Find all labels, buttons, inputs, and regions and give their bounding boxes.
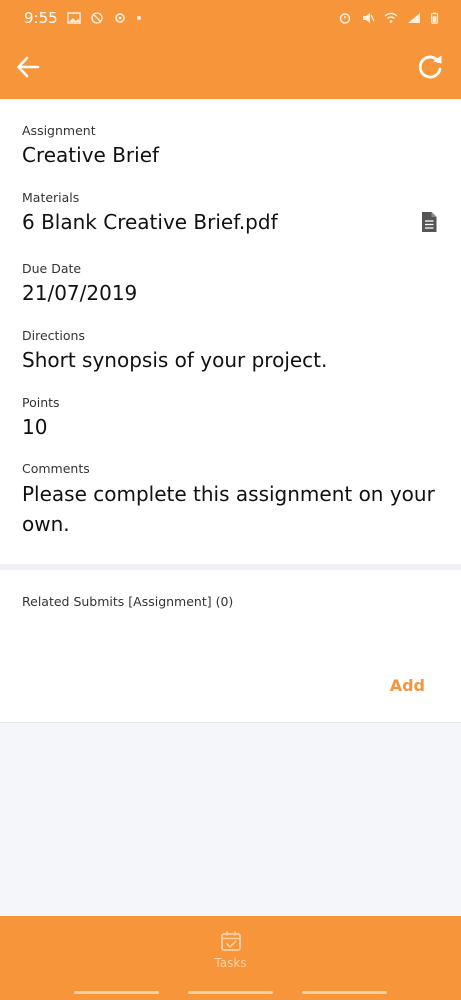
- refresh-icon: [418, 55, 442, 79]
- materials-field: Materials 6 Blank Creative Brief.pdf: [22, 190, 439, 236]
- related-submits-section: Related Submits [Assignment] (0) Add: [0, 570, 461, 723]
- assignment-field: Assignment Creative Brief: [22, 123, 439, 169]
- nav-handle-right[interactable]: [301, 990, 387, 994]
- alarm-icon: [339, 13, 351, 24]
- nav-handle-center[interactable]: [187, 990, 273, 994]
- back-button[interactable]: [12, 51, 44, 83]
- signal-icon: [408, 13, 420, 23]
- points-field: Points 10: [22, 395, 439, 441]
- wifi-icon: [384, 12, 398, 23]
- arrow-left-icon: [17, 56, 40, 78]
- system-navigation-bar: [0, 984, 461, 1000]
- refresh-button[interactable]: [414, 51, 446, 83]
- due-date-field: Due Date 21/07/2019: [22, 261, 439, 307]
- nav-handle-left[interactable]: [74, 990, 160, 994]
- calendar-check-icon: [220, 931, 241, 951]
- add-submit-button[interactable]: Add: [390, 676, 425, 695]
- comments-field: Comments Please complete this assignment…: [22, 461, 439, 539]
- points-value: 10: [22, 415, 48, 439]
- points-label: Points: [22, 395, 60, 410]
- related-submits-label: Related Submits [Assignment] (0): [22, 594, 234, 609]
- app-bar: 9:55: [0, 0, 461, 99]
- directions-field: Directions Short synopsis of your projec…: [22, 328, 439, 374]
- toolbar: [0, 44, 461, 90]
- assignment-value: Creative Brief: [22, 143, 160, 167]
- directions-label: Directions: [22, 328, 85, 343]
- silent-icon: [363, 13, 375, 23]
- mute-icon: [91, 12, 103, 24]
- comments-label: Comments: [22, 461, 90, 476]
- due-date-label: Due Date: [22, 261, 82, 276]
- tab-tasks[interactable]: Tasks: [214, 930, 247, 970]
- assignment-details-card: Assignment Creative Brief Materials 6 Bl…: [0, 99, 461, 564]
- gallery-icon: [66, 12, 81, 24]
- bottom-navigation: Tasks: [0, 916, 461, 984]
- document-icon[interactable]: [420, 211, 438, 233]
- gear-icon: [114, 13, 125, 23]
- materials-file-link[interactable]: 6 Blank Creative Brief.pdf: [22, 208, 278, 236]
- due-date-value: 21/07/2019: [22, 281, 138, 305]
- battery-icon: [430, 12, 439, 24]
- dot-icon: [136, 16, 141, 20]
- tab-tasks-label: Tasks: [214, 956, 247, 970]
- directions-value: Short synopsis of your project.: [22, 348, 328, 372]
- materials-label: Materials: [22, 190, 80, 205]
- comments-value: Please complete this assignment on your …: [22, 482, 435, 536]
- assignment-label: Assignment: [22, 123, 96, 138]
- status-time: 9:55: [24, 9, 58, 27]
- status-bar: 9:55: [0, 0, 461, 36]
